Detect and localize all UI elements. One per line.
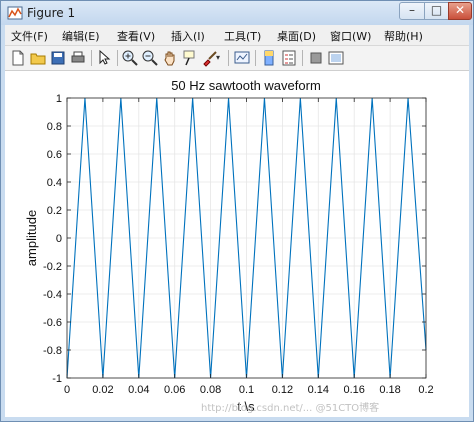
y-tick-label: 0.2 bbox=[47, 205, 62, 217]
x-tick-label: 0.16 bbox=[343, 384, 364, 396]
brush-dropdown-chevron-icon[interactable]: ▾ bbox=[216, 49, 224, 67]
y-tick-label: 0.6 bbox=[47, 149, 62, 161]
chart-title: 50 Hz sawtooth waveform bbox=[171, 78, 321, 93]
title-bar[interactable]: Figure 1 – □ ✕ bbox=[1, 1, 473, 25]
figure-window: Figure 1 – □ ✕ 文件(F) 编辑(E) 查看(V) 插入(I) 工… bbox=[0, 0, 474, 422]
x-tick-label: 0.2 bbox=[418, 384, 433, 396]
y-tick-labels: -1 -0.8 -0.6 -0.4 -0.2 0 0.2 0.4 0.6 0.8 1 bbox=[43, 93, 62, 385]
y-tick-label: 0.8 bbox=[47, 121, 62, 133]
toolbar-separator bbox=[91, 50, 92, 66]
menu-tools[interactable]: 工具(T) bbox=[224, 28, 261, 44]
menu-bar: 文件(F) 编辑(E) 查看(V) 插入(I) 工具(T) 桌面(D) 窗口(W… bbox=[5, 25, 469, 46]
y-tick-label: 1 bbox=[56, 93, 62, 105]
x-tick-label: 0.12 bbox=[272, 384, 293, 396]
toolbar-separator bbox=[302, 50, 303, 66]
sawtooth-plot[interactable]: 0 0.02 0.04 0.06 0.08 0.1 0.12 0.14 0.16 0.18 0.2 … bbox=[5, 71, 469, 417]
y-tick-label: 0.4 bbox=[47, 177, 62, 189]
menu-file[interactable]: 文件(F) bbox=[11, 28, 48, 44]
x-tick-label: 0 bbox=[64, 384, 70, 396]
figure-canvas: 0 0.02 0.04 0.06 0.08 0.1 0.12 0.14 0.16 0.18 0.2 … bbox=[5, 71, 469, 417]
colorbar-icon[interactable] bbox=[260, 49, 278, 67]
zoom-out-icon[interactable] bbox=[141, 49, 159, 67]
y-tick-label: -0.6 bbox=[43, 317, 62, 329]
y-tick-label: -0.8 bbox=[43, 345, 62, 357]
new-figure-icon[interactable] bbox=[9, 49, 27, 67]
matlab-figure-icon bbox=[7, 6, 23, 20]
open-file-icon[interactable] bbox=[29, 49, 47, 67]
x-tick-label: 0.14 bbox=[308, 384, 329, 396]
y-tick-label: 0 bbox=[56, 233, 62, 245]
menu-desktop[interactable]: 桌面(D) bbox=[277, 28, 316, 44]
menu-insert[interactable]: 插入(I) bbox=[171, 28, 205, 44]
show-plot-tools-icon[interactable] bbox=[327, 49, 345, 67]
figure-toolbar: ▾ bbox=[5, 46, 469, 71]
x-tick-label: 0.04 bbox=[128, 384, 149, 396]
data-cursor-icon[interactable] bbox=[181, 49, 199, 67]
watermark-text: http://blog.csdn.net/... @51CTO博客 bbox=[201, 403, 380, 414]
print-icon[interactable] bbox=[69, 49, 87, 67]
toolbar-separator bbox=[255, 50, 256, 66]
window-title: Figure 1 bbox=[27, 6, 76, 20]
x-tick-label: 0.1 bbox=[239, 384, 254, 396]
y-tick-label: -0.2 bbox=[43, 261, 62, 273]
hide-plot-tools-icon[interactable] bbox=[307, 49, 325, 67]
menu-view[interactable]: 查看(V) bbox=[117, 28, 155, 44]
link-plot-icon[interactable] bbox=[233, 49, 251, 67]
x-tick-label: 0.02 bbox=[92, 384, 113, 396]
y-axis-label: amplitude bbox=[24, 210, 39, 266]
close-button[interactable]: ✕ bbox=[448, 2, 472, 20]
menu-edit[interactable]: 编辑(E) bbox=[62, 28, 100, 44]
minimize-button[interactable]: – bbox=[399, 2, 425, 20]
maximize-button[interactable]: □ bbox=[424, 2, 449, 20]
x-tick-label: 0.18 bbox=[379, 384, 400, 396]
edit-plot-arrow-icon[interactable] bbox=[95, 49, 113, 67]
x-tick-label: 0.08 bbox=[200, 384, 221, 396]
save-icon[interactable] bbox=[49, 49, 67, 67]
x-tick-label: 0.06 bbox=[164, 384, 185, 396]
y-tick-label: -0.4 bbox=[43, 289, 62, 301]
toolbar-separator bbox=[117, 50, 118, 66]
x-tick-labels: 0 0.02 0.04 0.06 0.08 0.1 0.12 0.14 0.16 0.18 0.2 bbox=[64, 384, 434, 396]
toolbar-separator bbox=[228, 50, 229, 66]
pan-hand-icon[interactable] bbox=[161, 49, 179, 67]
menu-window[interactable]: 窗口(W) bbox=[330, 28, 371, 44]
y-tick-label: -1 bbox=[52, 373, 62, 385]
zoom-in-icon[interactable] bbox=[121, 49, 139, 67]
legend-icon[interactable] bbox=[280, 49, 298, 67]
menu-help[interactable]: 帮助(H) bbox=[384, 28, 423, 44]
